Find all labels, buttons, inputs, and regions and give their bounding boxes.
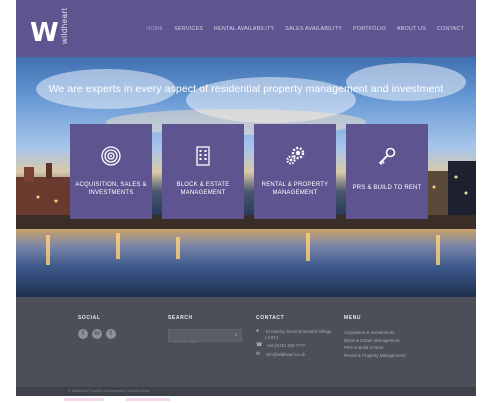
nav-portfolio[interactable]: PORTFOLIO <box>353 26 386 32</box>
service-card-label: PRS & BUILD TO RENT <box>352 185 422 191</box>
site-footer: SOCIAL f in t SEARCH ⌕ CONTACT ● 10 Stanl… <box>16 297 476 387</box>
email-icon: ✉ <box>256 350 261 357</box>
water-reflection <box>16 229 476 297</box>
phone-icon: ☎ <box>256 342 263 348</box>
nav-contact[interactable]: CONTACT <box>437 26 464 32</box>
nav-rental-availability[interactable]: RENTAL AVAILABILITY <box>214 26 274 32</box>
building-icon <box>196 146 210 166</box>
footer-heading: SEARCH <box>168 315 193 321</box>
search-box: ⌕ <box>168 329 242 347</box>
footer-search: SEARCH ⌕ <box>168 315 242 347</box>
footer-heading: CONTACT <box>256 315 285 321</box>
service-card-acquisition[interactable]: ACQUISITION, SALES & INVESTMENTS <box>70 124 152 219</box>
footer-menu-item[interactable]: Rental & Property Management <box>344 352 406 360</box>
copyright-text: © Wildheart Property Management Limited … <box>68 389 150 393</box>
nav-about-us[interactable]: ABOUT US <box>397 26 426 32</box>
service-card-prs-build-to-rent[interactable]: PRS & BUILD TO RENT <box>346 124 428 219</box>
logo-wordmark: wildheart <box>60 7 69 44</box>
nav-sales-availability[interactable]: SALES AVAILABILITY <box>285 26 342 32</box>
gears-icon <box>286 146 305 165</box>
footer-menu-item[interactable]: Block & Estate Management <box>344 337 406 345</box>
twitter-icon[interactable]: t <box>106 329 116 339</box>
footer-heading: SOCIAL <box>78 315 101 321</box>
website-page: W wildheart HOME SERVICES RENTAL AVAILAB… <box>16 0 476 396</box>
footer-heading: MENU <box>344 315 362 321</box>
footer-menu: MENU Acquisition & Investments Block & E… <box>344 315 406 359</box>
search-icon[interactable]: ⌕ <box>235 332 238 339</box>
footer-contact: CONTACT ● 10 Stanley Street Brunswick Vil… <box>256 315 336 360</box>
footer-social: SOCIAL f in t <box>78 315 116 339</box>
contact-phone[interactable]: +44 (0)151 348 7777 <box>266 343 305 349</box>
logo-mark: W <box>30 18 59 48</box>
hero-tagline: We are experts in every aspect of reside… <box>48 83 444 95</box>
search-input[interactable] <box>169 336 229 347</box>
main-nav: HOME SERVICES RENTAL AVAILABILITY SALES … <box>146 26 464 32</box>
location-icon: ● <box>256 328 260 334</box>
target-icon <box>101 146 121 166</box>
social-icons: f in t <box>78 329 116 339</box>
service-card-label: BLOCK & ESTATE MANAGEMENT <box>176 182 230 196</box>
service-card-label: ACQUISITION, SALES & INVESTMENTS <box>75 182 147 196</box>
contact-address: 10 Stanley Street Brunswick Village, L3 … <box>265 329 333 340</box>
hero-banner: We are experts in every aspect of reside… <box>16 57 476 297</box>
facebook-icon[interactable]: f <box>78 329 88 339</box>
footer-menu-item[interactable]: Acquisition & Investments <box>344 329 406 337</box>
footer-menu-item[interactable]: PRS & Build to Rent <box>344 344 406 352</box>
logo[interactable]: W wildheart <box>30 7 70 50</box>
service-card-label: RENTAL & PROPERTY MANAGEMENT <box>261 182 329 196</box>
key-icon <box>378 147 396 165</box>
nav-home[interactable]: HOME <box>146 26 163 32</box>
linkedin-icon[interactable]: in <box>92 329 102 339</box>
contact-email[interactable]: info@wildheart.co.uk <box>266 352 305 358</box>
service-card-block-estate[interactable]: BLOCK & ESTATE MANAGEMENT <box>162 124 244 219</box>
nav-services[interactable]: SERVICES <box>174 26 203 32</box>
copyright-bar: © Wildheart Property Management Limited … <box>16 387 476 396</box>
decorative-strip <box>64 398 184 403</box>
service-cards: ACQUISITION, SALES & INVESTMENTS BLOCK &… <box>70 124 428 219</box>
cloud <box>346 63 466 101</box>
service-card-rental-property[interactable]: RENTAL & PROPERTY MANAGEMENT <box>254 124 336 219</box>
site-header: W wildheart HOME SERVICES RENTAL AVAILAB… <box>16 0 476 57</box>
